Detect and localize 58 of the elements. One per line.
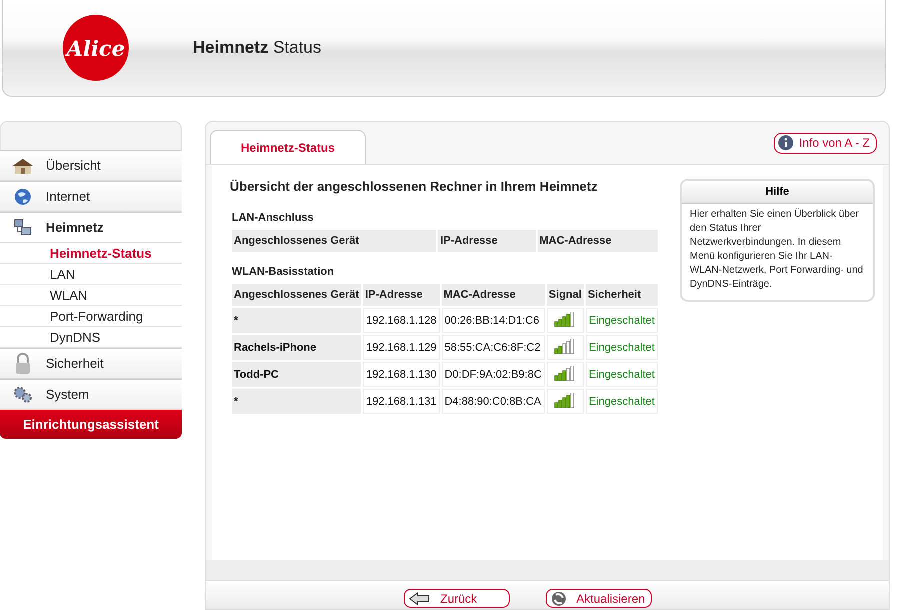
mac-cell: D4:88:90:C0:8B:CA	[442, 389, 545, 414]
column-header: Angeschlossenes Gerät	[232, 284, 362, 306]
sidebar-item[interactable]: Sicherheit	[0, 348, 182, 379]
info-icon	[778, 135, 794, 151]
ip-cell: 192.168.1.129	[363, 335, 440, 360]
network-icon	[14, 218, 32, 236]
sidebar-item[interactable]: Übersicht	[0, 150, 182, 181]
column-header: Signal	[546, 284, 584, 306]
sidebar-item-label: System	[46, 387, 90, 402]
mac-cell: 58:55:CA:C6:8F:C2	[442, 335, 545, 360]
ip-cell: 192.168.1.130	[363, 362, 440, 387]
sidebar-item-label: Übersicht	[46, 158, 101, 173]
subsection-heading: WLAN-Basisstation	[232, 266, 336, 278]
sidebar-item-label: Heimnetz	[46, 220, 104, 235]
back-arrow-icon	[408, 592, 430, 606]
sidebar-item[interactable]: System	[0, 379, 182, 410]
sidebar-subitem[interactable]: Port-Forwarding	[0, 306, 182, 327]
sidebar-subitem[interactable]: LAN	[0, 264, 182, 285]
house-icon	[12, 156, 34, 174]
setup-wizard-button[interactable]: Einrichtungsassistent	[0, 410, 182, 439]
column-header: MAC-Adresse	[538, 230, 658, 252]
sidebar-item[interactable]: Internet	[0, 181, 182, 212]
footer-button[interactable]: Zurück	[404, 589, 510, 608]
device-cell: *	[232, 389, 362, 414]
help-text: Hier erhalten Sie einen Überblick über den Status Ihrer Netzwerkverbindungen. In diesem Menü konfigurieren Sie Ihr LAN-WLAN-Netzwerk, Port Forwarding- und DynDNS-Einträge.	[688, 208, 864, 292]
sidebar-item[interactable]: Heimnetz	[0, 212, 182, 243]
section-heading: Übersicht der angeschlossenen Rechner in Ihrem Heimnetz	[230, 179, 599, 194]
sidebar-subitem[interactable]: Heimnetz-Status	[0, 243, 182, 264]
tab[interactable]: Heimnetz-Status	[210, 130, 366, 164]
refresh-icon	[550, 590, 566, 606]
mac-cell: 00:26:BB:14:D1:C6	[442, 308, 545, 333]
column-header: Sicherheit	[586, 284, 658, 306]
device-cell: Todd-PC	[232, 362, 362, 387]
column-header: IP-Adresse	[438, 230, 536, 252]
security-cell: Eingeschaltet	[586, 362, 658, 387]
ip-cell: 192.168.1.128	[363, 308, 440, 333]
device-cell: *	[232, 308, 362, 333]
security-cell: Eingeschaltet	[586, 335, 658, 360]
ip-cell: 192.168.1.131	[363, 389, 440, 414]
subsection-heading: LAN-Anschluss	[232, 212, 315, 224]
device-cell: Rachels-iPhone	[232, 335, 362, 360]
info-button[interactable]: Info von A - Z	[774, 132, 877, 154]
column-header: MAC-Adresse	[442, 284, 545, 306]
globe-icon	[14, 188, 32, 206]
page-title: Heimnetz Status	[193, 38, 322, 58]
column-header: Angeschlossenes Gerät	[232, 230, 436, 252]
lock-icon	[15, 352, 31, 374]
security-cell: Eingeschaltet	[586, 389, 658, 414]
brand-logo: Alice	[63, 15, 129, 81]
security-cell: Eingeschaltet	[586, 308, 658, 333]
sidebar-subitem[interactable]: WLAN	[0, 285, 182, 306]
sidebar-item-label: Sicherheit	[46, 356, 104, 371]
column-header: IP-Adresse	[363, 284, 440, 306]
mac-cell: D0:DF:9A:02:B9:8C	[442, 362, 545, 387]
sidebar-item-label: Internet	[46, 189, 90, 204]
footer-button[interactable]: Aktualisieren	[546, 589, 652, 608]
help-title: Hilfe	[682, 181, 873, 204]
gears-icon	[13, 386, 33, 404]
